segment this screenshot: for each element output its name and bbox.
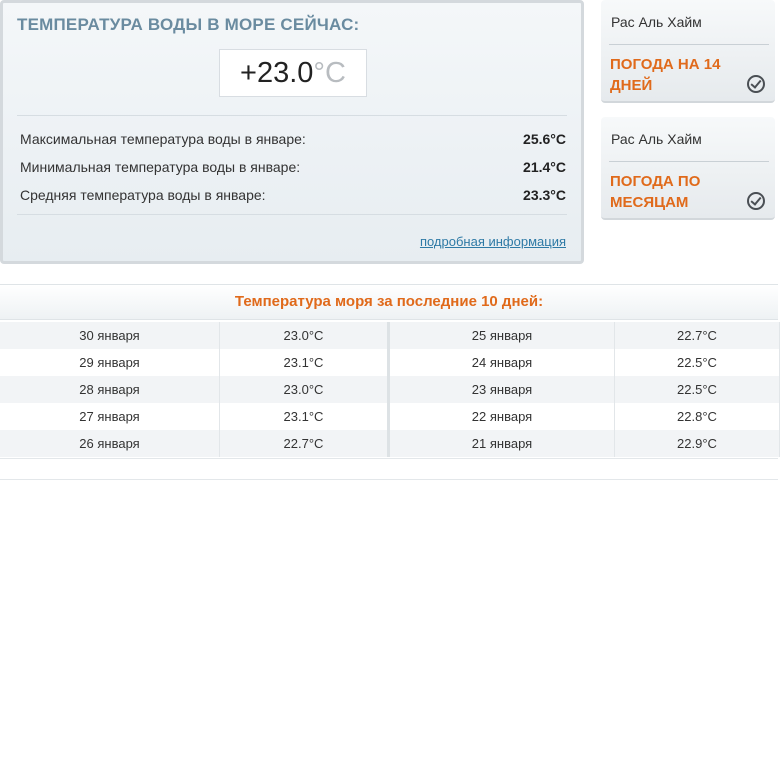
temperature-cell: 23.1°C (219, 349, 390, 376)
forecast-by-month-card[interactable]: Рас Аль Хайм ПОГОДА ПО МЕСЯЦАМ (601, 117, 775, 220)
stat-value: 25.6°C (523, 131, 566, 147)
date-cell: 30 января (0, 322, 220, 349)
forecast-14-days-card[interactable]: Рас Аль Хайм ПОГОДА НА 14 ДНЕЙ (601, 0, 775, 103)
history-table: 30 января 23.0°C 25 января 22.7°C 29 янв… (0, 322, 780, 457)
stat-label: Минимальная температура воды в январе: (20, 159, 301, 175)
forecast-by-month-link[interactable]: ПОГОДА ПО МЕСЯЦАМ (610, 171, 730, 213)
date-cell: 22 января (388, 403, 615, 430)
stat-value: 23.3°C (523, 187, 566, 203)
temperature-cell: 22.7°C (219, 430, 390, 457)
table-row: 30 января 23.0°C 25 января 22.7°C (0, 322, 780, 349)
temperature-cell: 22.8°C (614, 403, 780, 430)
divider (609, 161, 769, 162)
date-cell: 29 января (0, 349, 220, 376)
date-cell: 25 января (388, 322, 615, 349)
temperature-cell: 22.7°C (614, 322, 780, 349)
divider (609, 44, 769, 45)
current-temperature-unit: °C (313, 57, 346, 89)
current-temperature: +23.0°C (219, 49, 367, 97)
date-cell: 27 января (0, 403, 220, 430)
temperature-cell: 23.1°C (219, 403, 390, 430)
current-temperature-value: +23.0 (240, 57, 314, 89)
table-row: 27 января 23.1°C 22 января 22.8°C (0, 403, 780, 430)
history-title: Температура моря за последние 10 дней: (0, 284, 778, 320)
card-city: Рас Аль Хайм (611, 14, 702, 30)
table-row: 29 января 23.1°C 24 января 22.5°C (0, 349, 780, 376)
date-cell: 26 января (0, 430, 220, 457)
date-cell: 21 января (388, 430, 615, 457)
temperature-cell: 22.9°C (614, 430, 780, 457)
stat-label: Средняя температура воды в январе: (20, 187, 266, 203)
water-temperature-panel: ТЕМПЕРАТУРА ВОДЫ В МОРЕ СЕЙЧАС: +23.0°C … (0, 0, 584, 264)
temperature-cell: 23.0°C (219, 322, 390, 349)
forecast-14-days-link[interactable]: ПОГОДА НА 14 ДНЕЙ (610, 54, 730, 96)
panel-title: ТЕМПЕРАТУРА ВОДЫ В МОРЕ СЕЙЧАС: (17, 15, 360, 34)
date-cell: 23 января (388, 376, 615, 403)
more-info-link[interactable]: подробная информация (420, 234, 566, 249)
table-row: 26 января 22.7°C 21 января 22.9°C (0, 430, 780, 457)
temperature-cell: 22.5°C (614, 376, 780, 403)
table-footer-band (0, 458, 778, 480)
table-row: 28 января 23.0°C 23 января 22.5°C (0, 376, 780, 403)
divider (17, 115, 567, 116)
check-circle-icon (747, 75, 765, 93)
stat-label: Максимальная температура воды в январе: (20, 131, 306, 147)
date-cell: 24 января (388, 349, 615, 376)
stat-value: 21.4°C (523, 159, 566, 175)
divider (17, 214, 567, 215)
temperature-cell: 22.5°C (614, 349, 780, 376)
card-city: Рас Аль Хайм (611, 131, 702, 147)
check-circle-icon (747, 192, 765, 210)
temperature-cell: 23.0°C (219, 376, 390, 403)
date-cell: 28 января (0, 376, 220, 403)
